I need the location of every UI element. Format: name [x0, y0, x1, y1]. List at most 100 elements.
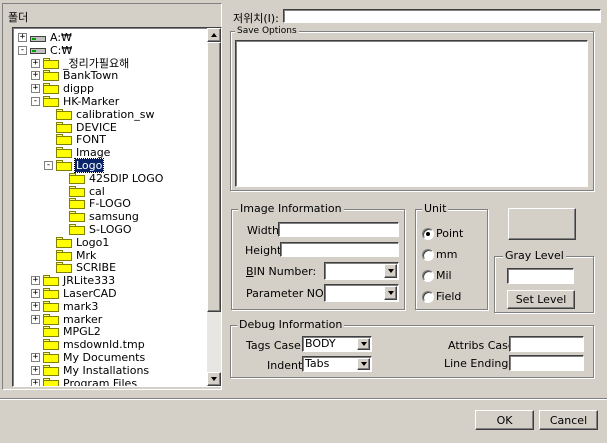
- tree-item[interactable]: HK-Marker: [43, 95, 120, 108]
- tree-item[interactable]: Image: [56, 146, 111, 159]
- folder-tree[interactable]: + A:₩ - C:₩ + _정리가필요해 + BankTown + digpp - HK-Marke…: [12, 27, 222, 387]
- height-input[interactable]: [280, 242, 399, 257]
- tree-item[interactable]: MPGL2: [43, 325, 102, 338]
- tree-item[interactable]: _정리가필요해: [43, 57, 130, 70]
- folder-icon: [43, 70, 59, 82]
- attribs-case-label: Attribs Case:: [448, 339, 519, 352]
- preview-button[interactable]: [508, 208, 576, 240]
- tree-item[interactable]: F-LOGO: [69, 197, 132, 210]
- tree-item-label: JRLite333: [63, 274, 116, 288]
- tags-case-value: BODY: [305, 337, 336, 350]
- indent-label: Indent:: [267, 359, 306, 372]
- scroll-down-button[interactable]: [207, 372, 221, 386]
- tree-item-label: BankTown: [63, 69, 119, 83]
- expand-icon[interactable]: +: [31, 378, 40, 386]
- unit-radio-point[interactable]: [422, 228, 434, 240]
- image-information-legend: Image Information: [238, 202, 344, 215]
- tree-item[interactable]: 42SDIP LOGO: [69, 172, 164, 185]
- parameter-label: Parameter NO.:: [246, 287, 331, 300]
- tree-item-label: 42SDIP LOGO: [89, 171, 164, 185]
- indent-dropdown-button[interactable]: [357, 358, 370, 370]
- tree-item-label: Image: [76, 146, 111, 160]
- tree-item[interactable]: JRLite333: [43, 274, 116, 287]
- expand-icon[interactable]: +: [31, 314, 40, 324]
- unit-radio-mm[interactable]: [422, 249, 434, 261]
- tree-item[interactable]: My Installations: [43, 364, 150, 377]
- expand-icon[interactable]: +: [31, 353, 40, 362]
- expand-icon[interactable]: +: [31, 58, 40, 68]
- bin-number-label-text: IN Number:: [253, 265, 317, 278]
- tree-item[interactable]: msdownld.tmp: [43, 338, 146, 351]
- tree-item[interactable]: Program Files: [43, 376, 138, 387]
- expand-icon[interactable]: +: [18, 33, 27, 42]
- collapse-icon[interactable]: -: [31, 97, 40, 106]
- folder-icon: [56, 121, 72, 133]
- expand-icon[interactable]: +: [31, 276, 40, 286]
- attribs-case-input[interactable]: [509, 336, 584, 352]
- cancel-button[interactable]: Cancel: [539, 410, 598, 430]
- tree-item[interactable]: S-LOGO: [69, 223, 133, 236]
- bin-number-dropdown-button[interactable]: [384, 264, 397, 278]
- tree-scrollbar[interactable]: [207, 28, 221, 386]
- collapse-icon[interactable]: -: [18, 45, 27, 55]
- folder-icon: [56, 236, 72, 248]
- debug-information-legend: Debug Information: [237, 318, 345, 331]
- indent-value: Tabs: [305, 357, 330, 370]
- tree-item[interactable]: Logo1: [56, 236, 110, 249]
- folder-icon: [43, 377, 59, 386]
- save-options-legend: Save Options: [235, 26, 299, 36]
- tree-item-label: FONT: [76, 133, 106, 147]
- expand-icon[interactable]: +: [31, 289, 40, 298]
- indent-select[interactable]: Tabs: [302, 356, 372, 372]
- tree-item[interactable]: DEVICE: [56, 121, 118, 134]
- tree-item-label: msdownld.tmp: [63, 338, 145, 352]
- tree-item[interactable]: BankTown: [43, 69, 119, 82]
- tree-item[interactable]: A:₩: [30, 31, 73, 44]
- width-input[interactable]: [278, 222, 399, 237]
- expand-icon[interactable]: +: [31, 84, 40, 94]
- line-endings-label: Line Endings:: [444, 357, 518, 370]
- bin-number-select[interactable]: [324, 262, 399, 280]
- folder-icon: [69, 224, 85, 235]
- tags-case-dropdown-button[interactable]: [357, 338, 370, 350]
- expand-icon[interactable]: +: [31, 71, 40, 81]
- tree-item[interactable]: SCRIBE: [56, 261, 117, 274]
- tree-item-label: My Documents: [63, 351, 146, 364]
- folder-icon: [56, 262, 72, 274]
- tree-item[interactable]: Logo: [56, 158, 105, 173]
- footer-separator: [0, 398, 607, 400]
- tree-item[interactable]: My Documents: [43, 351, 146, 364]
- tree-item[interactable]: LaserCAD: [43, 287, 118, 300]
- unit-radio-mil[interactable]: [422, 270, 434, 282]
- unit-radio-field[interactable]: [422, 291, 434, 303]
- tree-item[interactable]: Mrk: [56, 249, 97, 262]
- parameter-dropdown-button[interactable]: [384, 286, 397, 300]
- tree-item[interactable]: calibration_sw: [56, 108, 155, 121]
- scroll-up-button[interactable]: [207, 28, 221, 42]
- set-level-button[interactable]: Set Level: [507, 290, 575, 309]
- drive-icon: [30, 45, 46, 55]
- gray-level-input[interactable]: [507, 268, 574, 284]
- location-input[interactable]: [283, 9, 601, 23]
- ok-button[interactable]: OK: [475, 410, 534, 430]
- tree-item-label: A:₩: [50, 31, 72, 44]
- expand-icon[interactable]: +: [31, 365, 40, 375]
- scroll-thumb[interactable]: [207, 42, 221, 312]
- chevron-down-icon: [387, 291, 394, 295]
- tree-item[interactable]: mark3: [43, 300, 99, 313]
- collapse-icon[interactable]: -: [44, 161, 53, 170]
- tree-item-label: Program Files: [63, 376, 138, 387]
- tree-item[interactable]: marker: [43, 313, 103, 326]
- folder-icon: [43, 288, 59, 299]
- tree-item[interactable]: FONT: [56, 133, 107, 146]
- line-endings-input[interactable]: [509, 355, 584, 371]
- tags-case-select[interactable]: BODY: [302, 336, 372, 352]
- parameter-select[interactable]: [324, 284, 399, 302]
- expand-icon[interactable]: +: [31, 301, 40, 311]
- tree-item[interactable]: digpp: [43, 82, 95, 95]
- tree-item[interactable]: cal: [69, 185, 106, 198]
- save-options-area[interactable]: [235, 40, 588, 187]
- unit-radio-label: Mil: [436, 269, 452, 282]
- tree-item[interactable]: samsung: [69, 210, 140, 223]
- tree-item-label: marker: [63, 312, 103, 326]
